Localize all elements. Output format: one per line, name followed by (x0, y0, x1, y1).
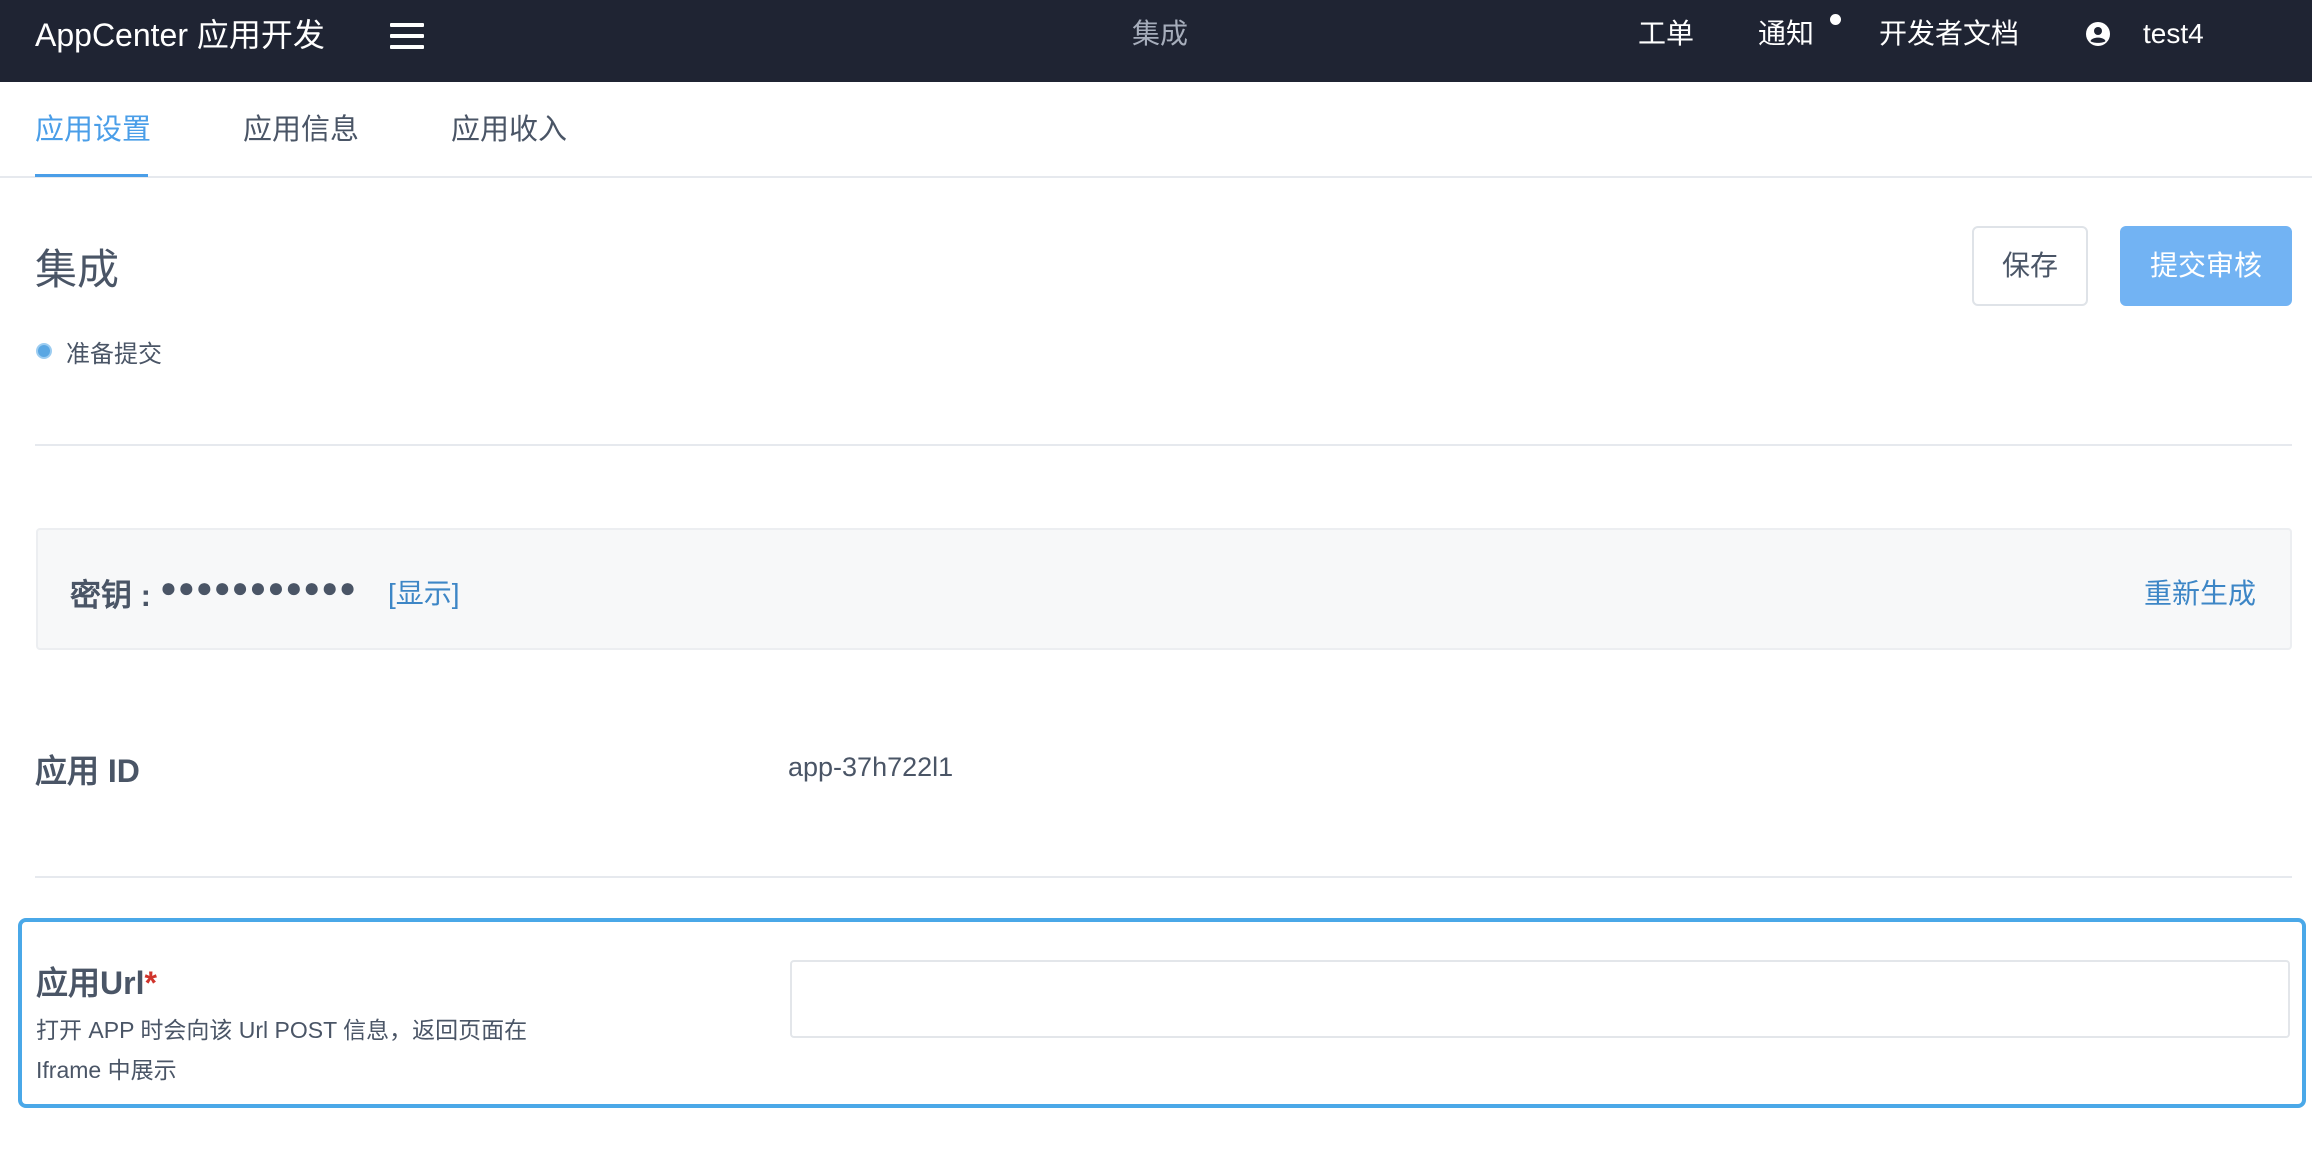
page-title: 集成 (35, 246, 120, 293)
section-divider (35, 876, 2292, 878)
app-url-input[interactable] (790, 960, 2290, 1038)
app-id-value: app-37h722l1 (788, 752, 954, 782)
status-text: 准备提交 (66, 341, 162, 368)
show-secret-link[interactable]: [显示] (388, 572, 460, 612)
app-url-label: 应用Url* (36, 958, 157, 1004)
top-navbar: AppCenter 应用开发 集成 工单 通知 开发者文档 test4 (0, 0, 2312, 82)
status-dot-icon (36, 343, 52, 359)
nav-notifications[interactable]: 通知 (1758, 0, 1814, 68)
save-button[interactable]: 保存 (1972, 226, 2088, 306)
submit-review-button[interactable]: 提交审核 (2120, 226, 2292, 306)
nav-tickets[interactable]: 工单 (1638, 0, 1694, 68)
tab-app-revenue[interactable]: 应用收入 (451, 82, 567, 178)
section-divider (35, 444, 2292, 446)
settings-tabs: 应用设置 应用信息 应用收入 (0, 82, 2312, 178)
regenerate-secret-link[interactable]: 重新生成 (2144, 572, 2256, 612)
active-tab-indicator (35, 174, 148, 177)
user-avatar-icon[interactable] (2086, 22, 2110, 46)
nav-username[interactable]: test4 (2143, 0, 2204, 68)
app-url-field-group: 应用Url* 打开 APP 时会向该 Url POST 信息，返回页面在 Ifr… (18, 918, 2306, 1108)
tab-app-settings[interactable]: 应用设置 (35, 82, 151, 178)
app-brand[interactable]: AppCenter 应用开发 (35, 0, 325, 70)
secret-key-label: 密钥 : (70, 578, 151, 613)
header-page-title: 集成 (1131, 18, 1188, 49)
app-id-label: 应用 ID (35, 753, 140, 789)
nav-dev-docs[interactable]: 开发者文档 (1879, 0, 2019, 68)
secret-key-masked-value: ●●●●●●●●●●● (160, 572, 358, 603)
notification-dot-icon (1830, 14, 1841, 25)
app-url-label-text: 应用Url (36, 965, 145, 1001)
secret-key-panel: 密钥 : ●●●●●●●●●●● [显示] 重新生成 (36, 528, 2292, 650)
app-url-description: 打开 APP 时会向该 Url POST 信息，返回页面在 Iframe 中展示 (36, 1017, 528, 1083)
tab-app-info[interactable]: 应用信息 (243, 82, 359, 178)
hamburger-menu-icon[interactable] (390, 23, 424, 49)
required-mark: * (144, 965, 157, 1001)
